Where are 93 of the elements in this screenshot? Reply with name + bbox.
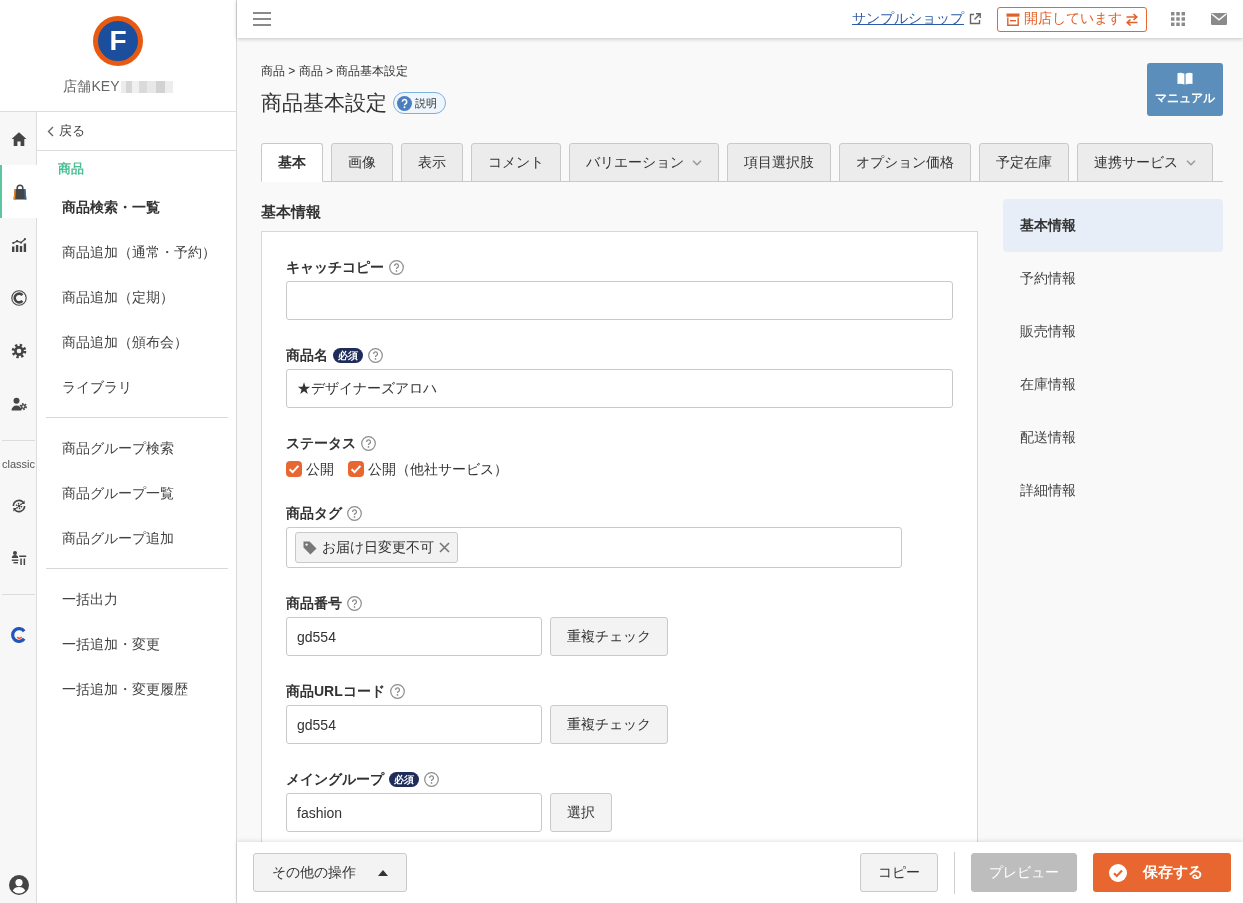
- section-nav-item[interactable]: 詳細情報: [1003, 464, 1223, 517]
- tab[interactable]: オプション価格: [839, 143, 971, 182]
- text-field[interactable]: gd554: [286, 617, 542, 656]
- shop-key-label: 店舗KEY: [63, 78, 120, 95]
- tab[interactable]: バリエーション: [569, 143, 719, 182]
- breadcrumb: 商品 > 商品 > 商品基本設定: [261, 63, 410, 79]
- section-nav-item[interactable]: 販売情報: [1003, 305, 1223, 358]
- shop-logo: F: [93, 16, 143, 66]
- more-actions-button[interactable]: その他の操作: [253, 853, 407, 892]
- back-link[interactable]: 戻る: [47, 122, 85, 140]
- help-icon[interactable]: [347, 505, 362, 521]
- book-icon: [1177, 72, 1193, 85]
- text-field[interactable]: ★デザイナーズアロハ: [286, 369, 953, 408]
- help-icon[interactable]: [361, 435, 376, 451]
- sidebar-menu-item[interactable]: 商品グループ追加: [37, 516, 236, 561]
- field-label: キャッチコピー: [286, 258, 384, 276]
- field-label: 商品番号: [286, 594, 342, 612]
- field-label: メイングループ: [286, 770, 384, 788]
- c-logo-icon: [10, 627, 27, 643]
- help-icon[interactable]: [368, 347, 383, 363]
- bar-chart-icon: [10, 236, 27, 253]
- swap-arrows-icon: [1126, 12, 1138, 26]
- sync-gear-icon: [10, 498, 27, 514]
- section-nav-item[interactable]: 配送情報: [1003, 411, 1223, 464]
- user-list-icon: [10, 550, 27, 566]
- help-icon[interactable]: [389, 259, 404, 275]
- sidebar-menu-item[interactable]: 商品追加（通常・予約）: [37, 230, 236, 275]
- help-icon[interactable]: [347, 595, 362, 611]
- shop-link[interactable]: サンプルショップ: [852, 10, 964, 28]
- tag-input-field[interactable]: お届け日変更不可: [286, 527, 902, 568]
- help-button[interactable]: 説明: [393, 92, 446, 114]
- section-nav-item[interactable]: 基本情報: [1003, 199, 1223, 252]
- user-gear-icon: [10, 395, 27, 412]
- user-avatar-icon[interactable]: [8, 875, 29, 895]
- external-link-icon: [969, 13, 981, 25]
- tab[interactable]: コメント: [471, 143, 561, 182]
- action-button[interactable]: 重複チェック: [550, 705, 668, 744]
- tag-label: お届け日変更不可: [322, 538, 434, 557]
- menu-icon[interactable]: [253, 12, 271, 26]
- action-button[interactable]: 選択: [550, 793, 612, 832]
- page-title: 商品基本設定: [261, 90, 387, 116]
- sidebar-menu-item[interactable]: 商品追加（定期）: [37, 275, 236, 320]
- text-field[interactable]: gd554: [286, 705, 542, 744]
- tab[interactable]: 表示: [401, 143, 463, 182]
- copy-button[interactable]: コピー: [860, 853, 938, 892]
- help-icon[interactable]: [424, 771, 439, 787]
- section-nav-item[interactable]: 在庫情報: [1003, 358, 1223, 411]
- section-title: 基本情報: [261, 202, 322, 222]
- sidebar-menu-item[interactable]: 一括出力: [37, 577, 236, 622]
- store-status-button[interactable]: 開店しています: [997, 6, 1147, 32]
- required-badge: 必須: [389, 771, 419, 787]
- text-field[interactable]: fashion: [286, 793, 542, 832]
- sidebar-menu-item[interactable]: 商品追加（頒布会）: [37, 320, 236, 365]
- section-nav-item[interactable]: 予約情報: [1003, 252, 1223, 305]
- action-button[interactable]: 重複チェック: [550, 617, 668, 656]
- required-badge: 必須: [333, 347, 363, 363]
- help-icon[interactable]: [389, 683, 405, 699]
- checkbox[interactable]: [286, 461, 302, 477]
- checkbox-label: 公開（他社サービス）: [368, 460, 508, 478]
- field-label: ステータス: [286, 434, 356, 452]
- rail-section-label: classic: [1, 457, 36, 471]
- tab[interactable]: 基本: [261, 143, 323, 182]
- shopping-bag-icon: [11, 183, 28, 200]
- sidebar-menu-item[interactable]: 商品グループ一覧: [37, 471, 236, 516]
- tab[interactable]: 項目選択肢: [727, 143, 831, 182]
- sidebar-menu-item[interactable]: 商品検索・一覧: [37, 185, 236, 230]
- app-grid-icon[interactable]: [1171, 12, 1185, 26]
- checkbox-label: 公開: [306, 460, 334, 478]
- checkbox[interactable]: [348, 461, 364, 477]
- caret-up-icon: [378, 869, 388, 876]
- help-icon: [397, 95, 412, 111]
- check-circle-icon: [1109, 863, 1127, 882]
- chevron-left-icon: [47, 125, 54, 137]
- redacted-text: [120, 80, 173, 93]
- menu-heading: 商品: [57, 160, 85, 178]
- storefront-icon: [1006, 12, 1020, 26]
- mail-icon[interactable]: [1211, 13, 1227, 25]
- sidebar-menu-item[interactable]: 一括追加・変更履歴: [37, 667, 236, 712]
- tab[interactable]: 予定在庫: [979, 143, 1069, 182]
- sidebar-menu-item[interactable]: 商品グループ検索: [37, 426, 236, 471]
- c-ring-icon: [10, 289, 27, 306]
- sidebar-menu-item[interactable]: 一括追加・変更: [37, 622, 236, 667]
- gear-icon: [10, 342, 27, 359]
- tab[interactable]: 連携サービス: [1077, 143, 1213, 182]
- tag-icon: [303, 540, 317, 555]
- home-icon: [10, 130, 27, 147]
- sidebar-menu-item[interactable]: ライブラリ: [37, 365, 236, 410]
- close-icon[interactable]: [439, 542, 450, 553]
- field-label: 商品名: [286, 346, 328, 364]
- text-field[interactable]: [286, 281, 953, 320]
- tab[interactable]: 画像: [331, 143, 393, 182]
- field-label: 商品URLコード: [286, 682, 385, 700]
- field-label: 商品タグ: [286, 504, 342, 522]
